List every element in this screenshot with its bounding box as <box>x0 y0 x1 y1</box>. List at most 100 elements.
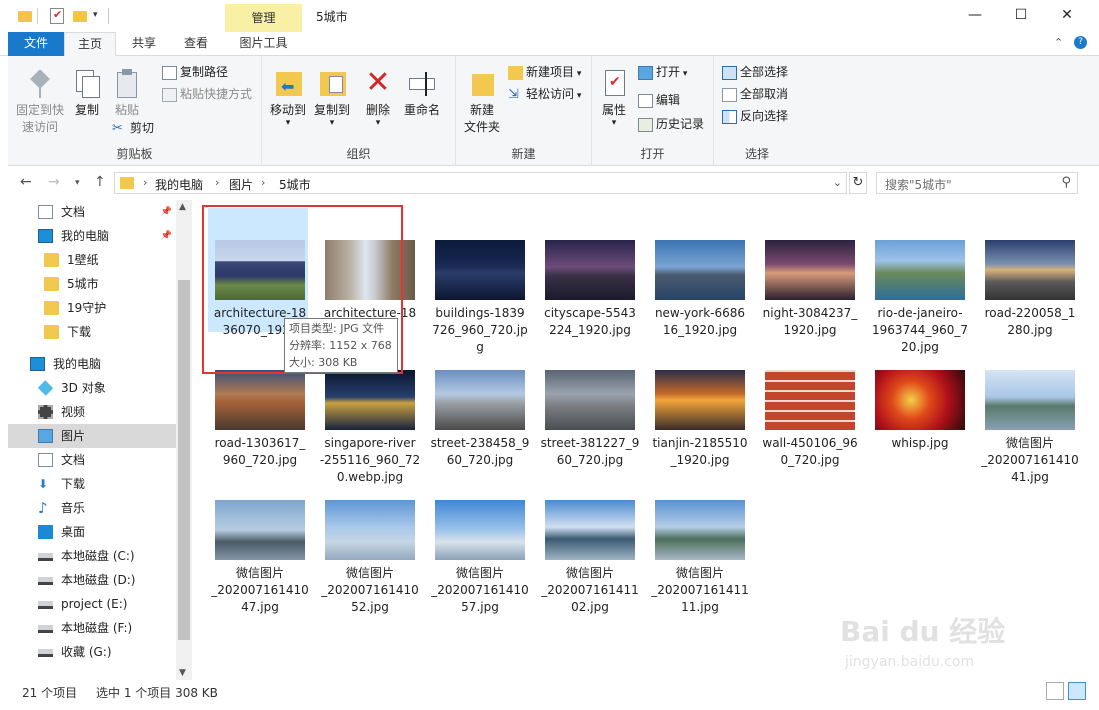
minimize-button[interactable]: — <box>952 0 998 30</box>
file-tile[interactable]: buildings-1839 726_960_720.jp g <box>428 208 528 354</box>
move-to-button[interactable]: ⬅ 移动到 ▾ <box>266 68 310 128</box>
sidebar-item[interactable]: 我的电脑 <box>8 352 176 376</box>
file-tile[interactable]: whisp.jpg <box>868 338 968 462</box>
file-tile[interactable]: 微信图片 _202007161410 41.jpg <box>978 338 1079 484</box>
large-icons-view-icon[interactable] <box>1068 682 1086 700</box>
clipboard-group-label: 剪贴板 <box>116 147 153 161</box>
collapse-ribbon-icon[interactable]: ⌃ <box>1054 36 1063 49</box>
sidebar-item[interactable]: 下载 <box>8 320 176 344</box>
breadcrumb-item[interactable]: 我的电脑 <box>155 176 203 193</box>
easy-access-button[interactable]: ⇲ 轻松访问 ▾ <box>508 84 581 104</box>
folder-icon <box>120 177 134 189</box>
search-input[interactable]: 搜索"5城市" ⚲ <box>876 172 1078 194</box>
breadcrumb-separator-icon[interactable]: › <box>143 176 147 189</box>
new-folder-button[interactable]: 新建 文件夹 <box>460 68 504 136</box>
copy-button[interactable]: 复制 <box>70 68 104 119</box>
tooltip-type: 项目类型: JPG 文件 <box>289 322 385 335</box>
scroll-thumb[interactable] <box>178 280 190 640</box>
breadcrumb-item[interactable]: 图片 <box>229 176 253 193</box>
sidebar-item[interactable]: 3D 对象 <box>8 376 176 400</box>
edit-button[interactable]: 编辑 <box>638 90 680 110</box>
sidebar-item[interactable]: 收藏 (G:) <box>8 640 176 664</box>
history-button[interactable]: 历史记录 <box>638 114 704 134</box>
file-tile[interactable]: wall-450106_96 0_720.jpg <box>758 338 858 467</box>
file-tile[interactable]: night-3084237_ 1920.jpg <box>758 208 858 337</box>
help-icon[interactable]: ? <box>1074 36 1087 49</box>
sidebar-item[interactable]: 本地磁盘 (C:) <box>8 544 176 568</box>
paste-shortcut-button[interactable]: 粘贴快捷方式 <box>162 84 252 104</box>
file-tile[interactable]: 微信图片 _202007161411 02.jpg <box>538 468 639 614</box>
back-arrow-icon[interactable]: ← <box>20 174 32 190</box>
properties-button[interactable]: ✔ 属性 ▾ <box>596 68 632 128</box>
sidebar-item[interactable]: project (E:) <box>8 592 176 616</box>
sidebar-item[interactable]: ♪ 音乐 <box>8 496 176 520</box>
file-tile[interactable]: new-york-6686 16_1920.jpg <box>648 208 748 337</box>
file-tile[interactable]: 微信图片 _202007161410 52.jpg <box>318 468 419 614</box>
open-button[interactable]: 打开 ▾ <box>638 62 687 82</box>
breadcrumb-item[interactable]: 5城市 <box>279 176 311 193</box>
cut-button[interactable]: ✂ 剪切 <box>112 118 154 138</box>
sidebar-item[interactable]: 19守护 <box>8 296 176 320</box>
scroll-up-icon[interactable]: ▲ <box>179 202 186 212</box>
rename-button[interactable]: 重命名 <box>400 68 444 119</box>
tab-picture-tools[interactable]: 图片工具 <box>225 32 302 56</box>
sidebar-item[interactable]: 本地磁盘 (D:) <box>8 568 176 592</box>
details-view-icon[interactable] <box>1046 682 1064 700</box>
invert-selection-button[interactable]: 反向选择 <box>722 106 788 126</box>
select-none-button[interactable]: 全部取消 <box>722 84 788 104</box>
sidebar-item[interactable]: 1壁纸 <box>8 248 176 272</box>
sidebar-item[interactable]: 图片 <box>8 424 176 448</box>
sidebar-item[interactable]: 文档 <box>8 448 176 472</box>
pin-icon[interactable]: 📌 <box>161 200 172 224</box>
forward-arrow-icon[interactable]: → <box>48 174 60 190</box>
copy-to-button[interactable]: 复制到 ▾ <box>310 68 354 128</box>
refresh-icon[interactable]: ↻ <box>849 172 867 194</box>
file-tile[interactable]: 微信图片 _202007161410 47.jpg <box>208 468 309 614</box>
sidebar-item[interactable]: 视频 <box>8 400 176 424</box>
address-bar[interactable]: › 我的电脑 › 图片 › 5城市 ⌄ <box>114 172 847 194</box>
tab-share[interactable]: 共享 <box>120 32 168 56</box>
file-tile[interactable]: street-381227_9 60_720.jpg <box>538 338 639 467</box>
file-tile[interactable]: road-220058_1 280.jpg <box>978 208 1078 337</box>
close-button[interactable]: ✕ <box>1044 0 1090 30</box>
chevron-down-icon[interactable]: ▾ <box>93 10 98 26</box>
pin-quick-access-button[interactable]: 固定到快 速访问 <box>14 68 66 136</box>
download-icon: ⬇ <box>38 477 49 491</box>
invert-selection-label: 反向选择 <box>740 109 789 123</box>
new-group: 新建 文件夹 新建项目 ▾ ⇲ 轻松访问 ▾ 新建 <box>456 56 592 166</box>
file-tile[interactable]: tianjin-2185510 _1920.jpg <box>648 338 748 467</box>
file-thumbnail <box>875 240 965 300</box>
pin-icon[interactable]: 📌 <box>161 224 172 248</box>
tab-view[interactable]: 查看 <box>172 32 220 56</box>
scroll-down-icon[interactable]: ▼ <box>179 668 186 678</box>
tab-home[interactable]: 主页 <box>64 32 116 57</box>
sidebar-item[interactable]: 桌面 <box>8 520 176 544</box>
tab-file[interactable]: 文件 <box>8 32 64 56</box>
address-dropdown-chevron-icon[interactable]: ⌄ <box>833 176 842 189</box>
new-folder-quick-icon[interactable] <box>73 11 87 22</box>
file-tile[interactable]: cityscape-5543 224_1920.jpg <box>538 208 638 337</box>
select-all-button[interactable]: 全部选择 <box>722 62 788 82</box>
file-tile[interactable]: rio-de-janeiro- 1963744_960_7 20.jpg <box>868 208 968 354</box>
delete-button[interactable]: ✕ 删除 ▾ <box>360 68 396 128</box>
nav-scrollbar[interactable]: ▲ ▼ <box>176 200 192 680</box>
sidebar-item[interactable]: 5城市 <box>8 272 176 296</box>
sidebar-item[interactable]: 本地磁盘 (F:) <box>8 616 176 640</box>
up-arrow-icon[interactable]: ↑ <box>94 174 106 190</box>
delete-label: 删除 <box>365 103 390 117</box>
recent-locations-chevron-icon[interactable]: ▾ <box>75 178 80 188</box>
sidebar-item[interactable]: 文档 📌 <box>8 200 176 224</box>
breadcrumb-separator-icon[interactable]: › <box>215 176 219 189</box>
file-tile[interactable]: 微信图片 _202007161410 57.jpg <box>428 468 529 614</box>
properties-quick-icon[interactable] <box>50 8 64 24</box>
copy-path-button[interactable]: 复制路径 <box>162 62 228 82</box>
sidebar-item[interactable]: ⬇ 下载 <box>8 472 176 496</box>
file-tile[interactable]: street-238458_9 60_720.jpg <box>428 338 529 467</box>
paste-button[interactable]: 粘贴 <box>110 68 144 119</box>
sidebar-item[interactable]: 我的电脑 📌 <box>8 224 176 248</box>
file-tile[interactable]: 微信图片 _202007161411 11.jpg <box>648 468 749 614</box>
context-tab-manage[interactable]: 管理 <box>225 4 302 32</box>
new-item-button[interactable]: 新建项目 ▾ <box>508 62 581 82</box>
breadcrumb-separator-icon[interactable]: › <box>261 176 265 189</box>
maximize-button[interactable]: ☐ <box>998 0 1044 30</box>
